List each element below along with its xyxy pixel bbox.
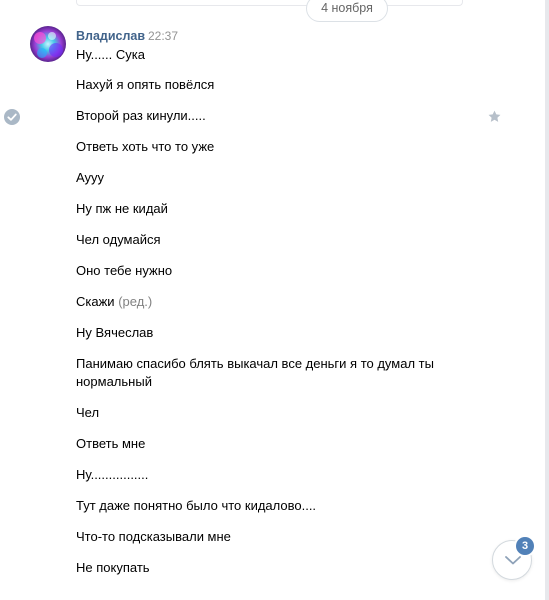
message-text: Аууу [76, 170, 105, 185]
edited-mark: (ред.) [118, 294, 153, 309]
message-text: Тут даже понятно было что кидалово.... [76, 498, 317, 513]
message-time[interactable]: 22:37 [148, 29, 178, 43]
unread-count-badge: 3 [514, 535, 536, 557]
message-text: Ну...... Сука [76, 47, 145, 62]
message-text: Нахуй я опять повёлся [76, 77, 215, 92]
message-text: Оно тебе нужно [76, 263, 173, 278]
message-text: Ну Вячеслав [76, 325, 154, 340]
message-text: Второй раз кинули..... [76, 108, 206, 123]
chat-history[interactable]: 4 ноября Владислав 22:37 Ну...... Сука Н… [0, 0, 549, 600]
date-separator-line: 4 ноября [76, 0, 463, 22]
message-text: Чел [76, 405, 100, 420]
star-icon[interactable] [487, 109, 502, 124]
check-icon[interactable] [4, 109, 20, 125]
date-separator: 4 ноября [306, 0, 388, 22]
message-text: Ну пж не кидай [76, 201, 168, 216]
avatar[interactable] [30, 26, 66, 62]
message-text: Скажи [76, 294, 115, 309]
scrollbar-track[interactable] [545, 0, 549, 600]
message-text: Ответь мне [76, 436, 146, 451]
message-text: Что-то подсказывали мне [76, 529, 231, 544]
message-text: Панимаю спасибо блять выкачал все деньги… [76, 356, 434, 389]
message-text: Ответь хоть что то уже [76, 139, 215, 154]
sender-name[interactable]: Владислав [76, 29, 145, 43]
message-text: Ну................ [76, 467, 149, 482]
message-edited: Скажи (ред.) [76, 293, 476, 311]
message-text: Чел одумайся [76, 232, 161, 247]
avatar-image [30, 26, 66, 62]
message-text: Не покупать [76, 560, 150, 575]
